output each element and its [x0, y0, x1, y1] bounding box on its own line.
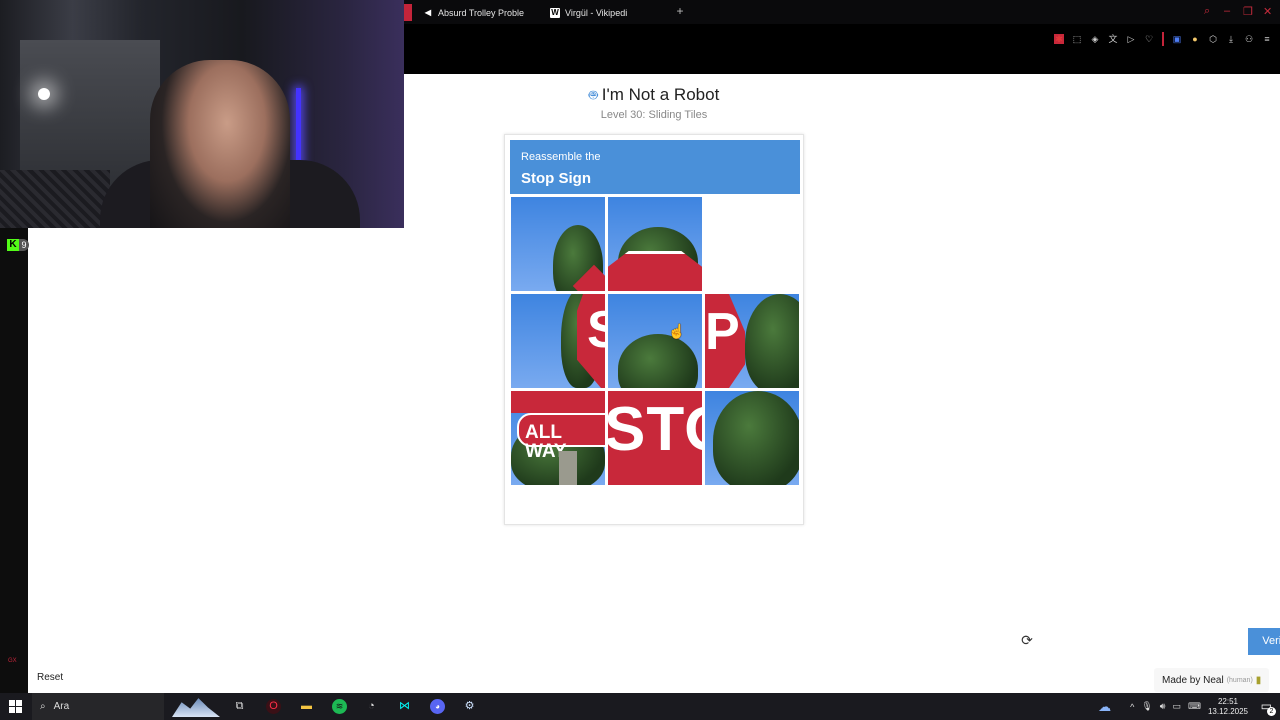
tab-label: Absurd Trolley Proble — [438, 7, 525, 18]
file-explorer-icon[interactable]: ▬ — [299, 699, 314, 714]
tab-wikipedia[interactable]: W Virgül - Vikipedi — [550, 4, 627, 21]
download-icon[interactable]: ⤓ — [1226, 34, 1236, 44]
tab-label: Virgül - Vikipedi — [565, 7, 628, 18]
webcam-person — [150, 60, 290, 228]
reset-button[interactable]: Reset — [37, 672, 63, 683]
clock[interactable]: 22:51 13.12.2025 — [1208, 697, 1248, 717]
stop-letter-p: P — [705, 303, 740, 361]
taskbar: ⌕ Ara ⧉ O ▬ ≋ ◔ ⋈ ◕ ⚙ ☁ ^ 🎙︎ 🔊︎ ▭ ⌨ 22:5… — [0, 693, 1280, 720]
tile[interactable]: STO — [608, 391, 702, 485]
trophy-icon: ▮ — [1255, 674, 1262, 686]
clock-app-icon[interactable]: ◔ — [364, 699, 379, 714]
level-subtitle: Level 30: Sliding Tiles — [600, 109, 708, 121]
notification-count: 2 — [1267, 707, 1276, 716]
steam-icon[interactable]: ⚙ — [462, 699, 477, 714]
viewer-count: 9 — [19, 239, 29, 251]
egg-icon[interactable]: ● — [1190, 34, 1200, 44]
empty-tile-slot — [705, 197, 799, 291]
captcha-prompt-main: Stop Sign — [521, 170, 591, 187]
translate-extension-icon[interactable]: ▣ — [1172, 34, 1182, 44]
credit-text: Made by Neal — [1162, 674, 1224, 686]
active-tab-accent — [404, 4, 412, 21]
tile[interactable] — [705, 391, 799, 485]
kick-viewer-badge: K 9 — [7, 238, 33, 252]
weather-icon[interactable]: ☁ — [1098, 699, 1111, 715]
webcam-light — [38, 88, 50, 100]
webcam-led-strip — [296, 88, 301, 168]
spotify-icon[interactable]: ≋ — [332, 699, 347, 714]
toolbar-separator — [1162, 32, 1164, 46]
page-title-text: I'm Not a Robot — [601, 85, 720, 104]
speaker-icon: ◀ — [424, 8, 432, 17]
tile-grid: S P ALL WAY STO — [511, 197, 799, 485]
captcha-panel: Reassemble the Stop Sign S P ALL WAY ST … — [504, 134, 1280, 655]
hand-cursor-icon: ☝ — [668, 323, 686, 339]
tab-strip — [404, 0, 1280, 24]
stop-letter-s: S — [587, 301, 605, 359]
discord-icon[interactable]: ◕ — [430, 699, 445, 714]
minimize-icon[interactable]: – — [1224, 5, 1230, 17]
search-placeholder: Ara — [53, 701, 70, 712]
webcam-bed — [0, 170, 110, 228]
tab-absurd-trolley[interactable]: ◀ Absurd Trolley Proble — [423, 4, 524, 21]
extension-icon[interactable]: ✱ — [1054, 34, 1064, 44]
stream-sidebar: K 9 GX — [0, 228, 29, 693]
snapshot-icon[interactable]: ⬚ — [1072, 34, 1082, 44]
tile[interactable]: S — [511, 294, 605, 388]
close-icon[interactable]: ✕ — [1263, 5, 1272, 18]
network-icon[interactable]: ▭ — [1172, 701, 1181, 712]
credit-badge[interactable]: Made by Neal (human) ▮ — [1154, 668, 1270, 692]
webcam-overlay — [0, 0, 404, 228]
toolbar: ⌑ ⬚ ◈ 文 ▷ ♡ ▣ ✱ ● ⬡ ⤓ ⚇ ≡ — [1054, 32, 1272, 46]
menu-icon[interactable]: ≡ — [1262, 34, 1272, 44]
task-view-icon[interactable]: ⧉ — [232, 699, 247, 714]
verify-button[interactable]: Verify — [1248, 628, 1280, 655]
stop-letters: STO — [608, 395, 702, 464]
kick-logo-icon: K — [7, 239, 19, 251]
clock-time: 22:51 — [1217, 696, 1238, 706]
system-tray: ☁ ^ 🎙︎ 🔊︎ ▭ ⌨ 22:51 13.12.2025 — [1098, 693, 1248, 720]
language-icon[interactable]: ⌨ — [1188, 701, 1201, 712]
search-highlight-image — [172, 698, 220, 717]
chevron-up-icon[interactable]: ^ — [1130, 702, 1134, 712]
tile[interactable]: ALL WAY — [511, 391, 605, 485]
capcut-icon[interactable]: ⋈ — [397, 699, 412, 714]
taskbar-search[interactable]: ⌕ Ara — [32, 693, 164, 720]
credit-tag: (human) — [1226, 676, 1253, 684]
tile[interactable] — [608, 197, 702, 291]
clock-date: 13.12.2025 — [1207, 706, 1248, 716]
play-icon[interactable]: ▷ — [1126, 34, 1136, 44]
refresh-icon[interactable]: ⟳ — [1014, 632, 1040, 650]
windows-start-icon[interactable] — [9, 700, 22, 713]
search-icon[interactable]: ⌕ — [1204, 5, 1210, 18]
maximize-icon[interactable]: ❐ — [1243, 5, 1253, 18]
puzzle-icon[interactable]: ⬡ — [1208, 34, 1218, 44]
shield-icon[interactable]: ◈ — [1090, 34, 1100, 44]
new-tab-button[interactable]: + — [673, 4, 687, 18]
opera-gx-icon[interactable]: O — [266, 699, 281, 714]
captcha-header: Reassemble the Stop Sign — [510, 140, 800, 194]
gx-label: GX — [8, 658, 17, 664]
captcha-prompt-sub: Reassemble the — [521, 151, 601, 163]
tile[interactable] — [608, 294, 702, 388]
profile-icon[interactable]: ⚇ — [1244, 34, 1254, 44]
microphone-icon[interactable]: 🎙︎ — [1141, 701, 1152, 712]
translate-icon[interactable]: 文 — [1108, 34, 1118, 44]
page-title: 🤖︎ I'm Not a Robot — [404, 85, 904, 106]
volume-icon[interactable]: 🔊︎ — [1160, 701, 1166, 712]
wikipedia-icon: W — [550, 7, 560, 18]
search-icon: ⌕ — [40, 701, 46, 712]
tile[interactable] — [511, 197, 605, 291]
heart-icon[interactable]: ♡ — [1144, 34, 1154, 44]
tile[interactable]: P — [705, 294, 799, 388]
robot-icon: 🤖︎ — [588, 87, 598, 104]
